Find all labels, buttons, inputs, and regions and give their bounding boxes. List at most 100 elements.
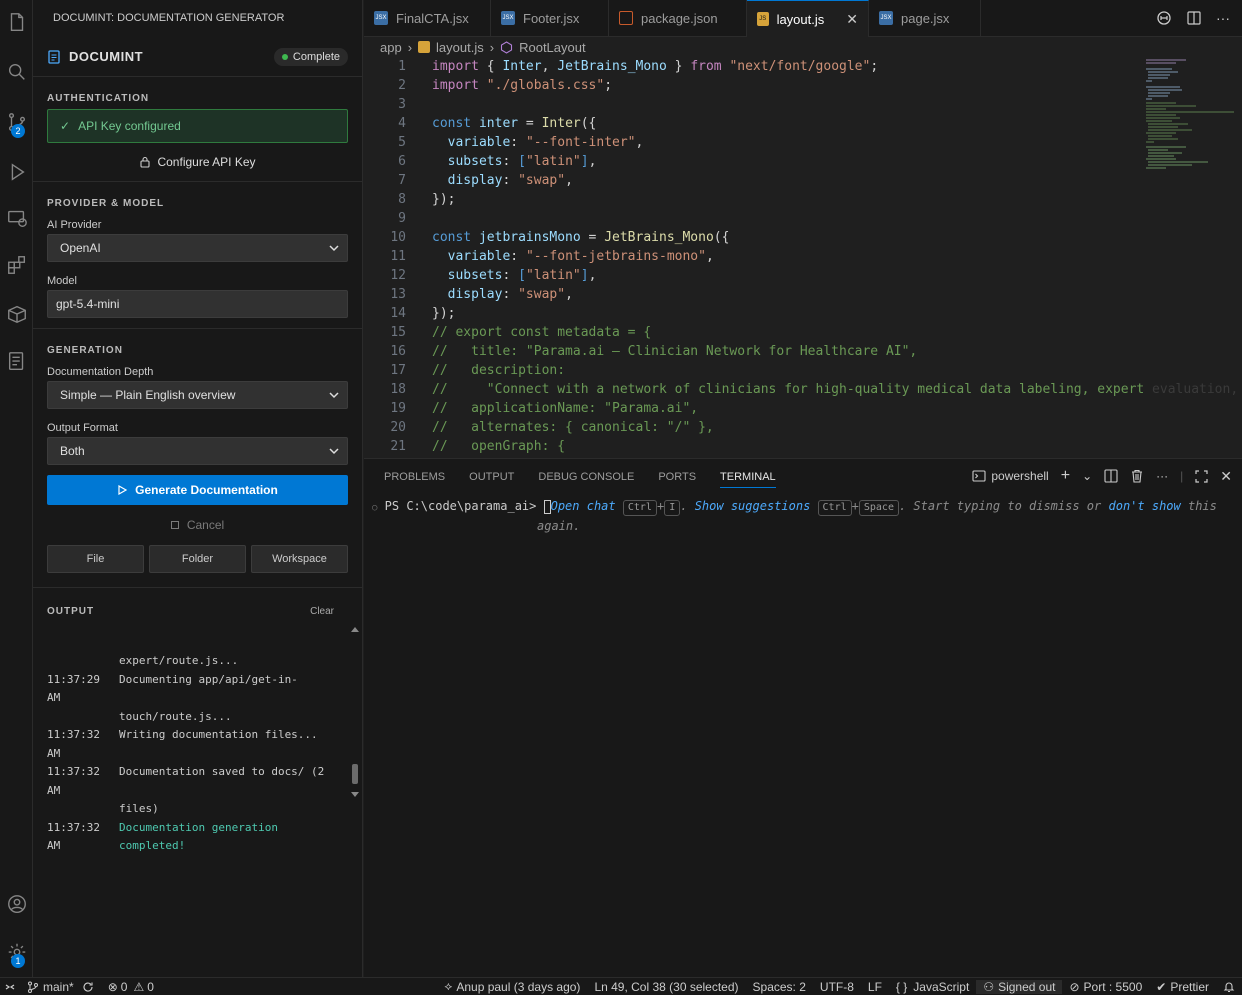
plus-sign: + — [656, 499, 665, 513]
indentation[interactable]: Spaces: 2 — [746, 980, 813, 994]
terminal-output[interactable]: ○ PS C:\code\parama_ai> Open chat Ctrl + I… — [372, 497, 1232, 535]
cursor-position[interactable]: Ln 49, Col 38 (30 selected) — [587, 980, 745, 994]
account-status[interactable]: ⚇ Signed out — [976, 979, 1063, 994]
tab-finalcta[interactable]: JSX FinalCTA.jsx — [364, 0, 491, 36]
activity-bar: 2 1 — [0, 0, 33, 977]
copilot-icon[interactable] — [1156, 10, 1172, 26]
breadcrumb-symbol[interactable]: RootLayout — [519, 40, 586, 55]
log-line: files) — [119, 802, 159, 815]
more-actions-icon[interactable]: ··· — [1216, 10, 1230, 26]
code-editor[interactable]: 1 import { Inter, JetBrains_Mono } from "… — [364, 57, 1242, 457]
close-icon[interactable]: ✕ — [846, 11, 858, 28]
account-button[interactable] — [0, 884, 33, 924]
trash-icon[interactable] — [1130, 469, 1144, 483]
scope-folder-button[interactable]: Folder — [149, 545, 246, 573]
cursor — [543, 499, 551, 514]
scope-file-button[interactable]: File — [47, 545, 144, 573]
remote-indicator[interactable] — [0, 981, 20, 993]
split-terminal-icon[interactable] — [1104, 469, 1118, 483]
docker-button[interactable] — [0, 294, 33, 334]
api-key-status: ✓ API Key configured — [47, 109, 348, 143]
format-value: Both — [60, 444, 85, 458]
scope-buttons: File Folder Workspace — [47, 545, 348, 587]
minimap[interactable] — [1144, 57, 1236, 177]
jsx-file-icon: JSX — [501, 11, 515, 25]
prettier-status[interactable]: ✔ Prettier — [1149, 980, 1216, 994]
run-debug-button[interactable] — [0, 152, 33, 192]
new-terminal-icon[interactable]: + — [1061, 467, 1070, 485]
tab-terminal[interactable]: TERMINAL — [720, 471, 776, 488]
encoding[interactable]: UTF-8 — [813, 980, 861, 994]
editor-actions: ··· — [1156, 0, 1242, 36]
chevron-down-icon[interactable]: ⌄ — [1082, 469, 1092, 483]
source-control-button[interactable]: 2 — [0, 102, 33, 142]
prettier-text: Prettier — [1170, 979, 1209, 994]
log-line: touch/route.js... — [119, 709, 232, 723]
tab-output[interactable]: OUTPUT — [469, 471, 514, 483]
provider-select[interactable]: OpenAI — [47, 234, 348, 262]
tab-problems[interactable]: PROBLEMS — [384, 471, 445, 483]
scope-workspace-button[interactable]: Workspace — [251, 545, 348, 573]
chevron-down-icon — [329, 392, 339, 399]
provider-label: AI Provider — [47, 219, 102, 231]
code-line: 12 subsets: ["latin"], — [390, 268, 597, 283]
terminal-instance[interactable]: powershell — [972, 469, 1049, 483]
authentication-section: AUTHENTICATION ✓ API Key configured Conf… — [33, 77, 362, 182]
close-panel-icon[interactable]: ✕ — [1220, 468, 1232, 485]
clear-output-button[interactable]: Clear — [310, 606, 334, 617]
branch-indicator[interactable]: main* — [20, 980, 101, 994]
problems-indicator[interactable]: ⊗ 0 ⚠ 0 — [101, 980, 161, 994]
live-server-port[interactable]: ⊘ Port : 5500 — [1062, 980, 1149, 994]
git-blame[interactable]: ⟡ Anup paul (3 days ago) — [437, 979, 587, 994]
format-select[interactable]: Both — [47, 437, 348, 465]
terminal-prompt: PS C:\code\parama_ai> — [384, 499, 537, 513]
tab-ports[interactable]: PORTS — [658, 471, 696, 483]
terminal-hint: Open chat Ctrl + I. Show suggestions Ctrl +… — [551, 499, 1217, 516]
cancel-button[interactable]: Cancel — [47, 505, 348, 545]
sync-icon[interactable] — [82, 981, 94, 993]
tab-package-json[interactable]: package.json — [609, 0, 747, 36]
account-icon — [7, 895, 26, 913]
model-value: gpt-5.4-mini — [56, 297, 120, 311]
hint-dot: . — [680, 499, 688, 513]
open-chat-link[interactable]: Open chat — [551, 499, 616, 513]
search-button[interactable] — [0, 52, 33, 92]
breadcrumb-folder[interactable]: app — [380, 40, 402, 55]
extensions-button[interactable] — [0, 245, 33, 285]
jsx-file-icon: JSX — [879, 11, 893, 25]
jsx-file-icon: JSX — [374, 11, 388, 25]
tab-debug-console[interactable]: DEBUG CONSOLE — [538, 471, 634, 483]
status-text: Complete — [292, 50, 340, 63]
breadcrumb-file[interactable]: layout.js — [436, 40, 484, 55]
extensions-icon — [7, 256, 25, 274]
notifications-button[interactable] — [1216, 981, 1242, 993]
configure-api-key-button[interactable]: Configure API Key — [47, 143, 348, 181]
maximize-panel-icon[interactable] — [1195, 469, 1208, 483]
editor-tabs: JSX FinalCTA.jsx JSX Footer.jsx package.… — [364, 0, 1242, 37]
language-mode[interactable]: { } JavaScript — [889, 980, 976, 994]
show-suggestions-link[interactable]: Show suggestions — [695, 499, 811, 513]
depth-select[interactable]: Simple — Plain English overview — [47, 381, 348, 409]
api-key-status-text: API Key configured — [78, 119, 181, 133]
tab-label: layout.js — [776, 11, 825, 27]
log-line: 11:37:32 AM Writing documentation files..… — [47, 728, 318, 760]
remote-explorer-button[interactable] — [0, 198, 33, 238]
output-scrollbar[interactable] — [349, 624, 361, 802]
split-editor-icon[interactable] — [1186, 10, 1202, 26]
chevron-down-icon — [329, 448, 339, 455]
tab-footer[interactable]: JSX Footer.jsx — [491, 0, 609, 36]
shell-name: powershell — [991, 469, 1049, 483]
generate-documentation-button[interactable]: Generate Documentation — [47, 475, 348, 505]
code-line: 16// title: "Parama.ai – Clinician Netwo… — [390, 344, 918, 359]
explorer-button[interactable] — [0, 2, 33, 42]
end-of-line[interactable]: LF — [861, 980, 889, 994]
more-actions-icon[interactable]: ··· — [1156, 469, 1168, 483]
dont-show-link[interactable]: don't show — [1109, 499, 1181, 513]
tab-layout-js[interactable]: JS layout.js ✕ — [747, 0, 869, 37]
authentication-title: AUTHENTICATION — [47, 93, 150, 104]
model-input[interactable]: gpt-5.4-mini — [47, 290, 348, 318]
tab-page-jsx[interactable]: JSX page.jsx — [869, 0, 981, 36]
manage-button[interactable]: 1 — [0, 932, 33, 972]
documint-button[interactable] — [0, 341, 33, 381]
js-file-icon — [418, 41, 431, 53]
